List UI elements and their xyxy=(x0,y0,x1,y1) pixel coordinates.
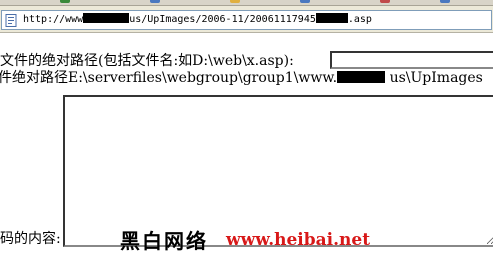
redaction-block xyxy=(337,71,386,83)
toolbar-button[interactable] xyxy=(230,0,240,3)
address-bar: http://www us/UpImages/2006-11/2006111794… xyxy=(0,6,493,33)
redaction-block xyxy=(315,13,348,23)
server-path-prefix: 件绝对路径E:\serverfiles\webgroup\group1\www. xyxy=(0,70,338,86)
path-input[interactable] xyxy=(330,51,493,69)
url-text: http://www us/UpImages/2006-11/2006111794… xyxy=(23,13,372,25)
toolbar-button[interactable] xyxy=(440,0,450,3)
toolbar-button[interactable] xyxy=(150,0,160,3)
watermark: 黑白网络 www.heibai.net xyxy=(120,225,371,253)
redaction-block xyxy=(83,13,130,23)
toolbar-button[interactable] xyxy=(300,0,310,3)
content-label: 码的内容: xyxy=(0,231,61,247)
page-content: 文件的绝对路径(包括文件名:如D:\web\x.asp): 件绝对路径E:\se… xyxy=(0,34,493,259)
back-button[interactable] xyxy=(60,0,70,3)
server-path-suffix: us\UpImages xyxy=(389,70,483,86)
path-label: 文件的绝对路径(包括文件名:如D:\web\x.asp): xyxy=(0,53,294,69)
watermark-chinese: 黑白网络 xyxy=(120,229,208,253)
watermark-url: www.heibai.net xyxy=(226,229,371,250)
address-input[interactable]: http://www us/UpImages/2006-11/2006111794… xyxy=(1,10,492,30)
page-icon xyxy=(5,14,17,27)
url-suffix: .asp xyxy=(347,14,372,25)
url-middle: us/UpImages/2006-11/20061117945 xyxy=(129,14,316,25)
url-prefix: http://www xyxy=(23,14,84,25)
toolbar-button[interactable] xyxy=(380,0,390,3)
server-path-text: 件绝对路径E:\serverfiles\webgroup\group1\www.… xyxy=(0,70,483,86)
